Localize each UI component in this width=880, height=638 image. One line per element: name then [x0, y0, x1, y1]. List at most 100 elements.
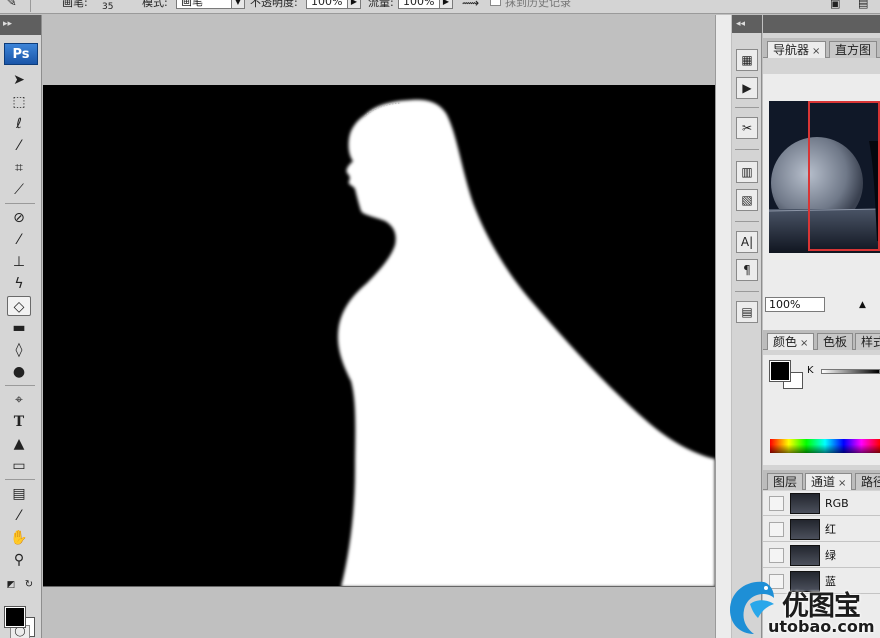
actions-panel-icon[interactable]: ▶	[736, 77, 758, 99]
tool-divider	[5, 479, 35, 480]
channels-tabbar: 图层 通道 × 路径	[763, 470, 880, 490]
color-k-slider[interactable]	[821, 369, 880, 374]
layer-comps-icon[interactable]: ▤	[736, 301, 758, 323]
clone-source-icon[interactable]: ▧	[736, 189, 758, 211]
history-brush-tool-icon[interactable]: ϟ	[7, 274, 31, 294]
navigator-tabbar: 导航器 × 直方图	[763, 38, 880, 58]
airbrush-icon[interactable]: ⟿	[462, 0, 479, 10]
toolbox: ▸▸ Ps ➤ ⬚ ℓ ⁄ ⌗ ⟋ ⊘ ⁄ ⊥ ϟ ◇ ▬ ◊ ● ⌖ T ▲ …	[0, 15, 42, 638]
eyedropper-tool-icon[interactable]: ⁄	[7, 506, 31, 526]
eraser-preset-icon[interactable]: ✎	[6, 0, 17, 10]
channel-thumbnail	[790, 493, 820, 514]
tab-color-label: 颜色	[773, 335, 798, 349]
opacity-slider-icon[interactable]: ▶	[347, 0, 361, 9]
clone-stamp-tool-icon[interactable]: ⊥	[7, 252, 31, 272]
mode-select[interactable]: 画笔	[176, 0, 232, 9]
tab-paths-label: 路径	[861, 475, 880, 489]
workspace-icon[interactable]: ▣	[830, 0, 840, 11]
tab-swatches[interactable]: 色板	[817, 333, 854, 350]
move-tool-icon[interactable]: ➤	[7, 70, 31, 90]
tab-histogram[interactable]: 直方图	[829, 41, 878, 58]
color-foreground-swatch[interactable]	[769, 360, 791, 382]
tool-presets-icon[interactable]: ✂	[736, 117, 758, 139]
tab-navigator-label: 导航器	[773, 43, 810, 57]
channel-row[interactable]: 绿	[763, 543, 880, 568]
navigator-panel: 100% ▲	[763, 74, 880, 332]
tab-paths[interactable]: 路径	[855, 473, 880, 490]
zoom-out-icon[interactable]: ▲	[859, 300, 866, 310]
type-tool-icon[interactable]: T	[7, 412, 31, 432]
eraser-tool-icon[interactable]: ◇	[7, 296, 31, 316]
close-icon[interactable]: ×	[800, 338, 808, 349]
tab-navigator[interactable]: 导航器 ×	[767, 41, 827, 58]
magic-wand-tool-icon[interactable]: ⁄	[7, 136, 31, 156]
default-colors-icon[interactable]: ◩	[4, 575, 18, 595]
vertical-scrollbar[interactable]	[715, 15, 731, 638]
gradient-tool-icon[interactable]: ▬	[7, 318, 31, 338]
visibility-toggle[interactable]	[769, 548, 784, 563]
tab-channels-label: 通道	[811, 475, 836, 489]
tab-channels[interactable]: 通道 ×	[805, 473, 853, 490]
brush-tool-icon[interactable]: ⁄	[7, 230, 31, 250]
navigator-thumbnail[interactable]	[769, 101, 880, 253]
visibility-toggle[interactable]	[769, 496, 784, 511]
photoshop-logo[interactable]: Ps	[4, 43, 38, 65]
navigator-zoom-input[interactable]: 100%	[765, 297, 825, 312]
history-checkbox[interactable]	[490, 0, 501, 6]
flow-input[interactable]: 100%	[398, 0, 440, 9]
foreground-color-swatch[interactable]	[4, 606, 26, 628]
watermark-url: utobao.com	[768, 617, 875, 636]
history-panel-icon[interactable]: ▦	[736, 49, 758, 71]
mode-dropdown-icon[interactable]: ▼	[231, 0, 245, 9]
channel-name: 红	[825, 523, 836, 536]
notes-tool-icon[interactable]: ▤	[7, 484, 31, 504]
crop-tool-icon[interactable]: ⌗	[7, 158, 31, 178]
dodge-tool-icon[interactable]: ●	[7, 362, 31, 382]
tab-histogram-label: 直方图	[835, 43, 872, 57]
close-icon[interactable]: ×	[838, 478, 846, 489]
mode-label: 模式:	[142, 0, 168, 9]
tab-color[interactable]: 颜色 ×	[767, 333, 815, 350]
path-selection-tool-icon[interactable]: ▲	[7, 434, 31, 454]
close-icon[interactable]: ×	[812, 46, 820, 57]
character-panel-icon[interactable]: A|	[736, 231, 758, 253]
opacity-input[interactable]: 100%	[306, 0, 348, 9]
visibility-toggle[interactable]	[769, 522, 784, 537]
navigator-view-box[interactable]	[808, 101, 880, 251]
brush-size[interactable]: 35	[102, 0, 113, 13]
channel-thumbnail	[790, 545, 820, 566]
toolbox-grip[interactable]: ▸▸	[0, 15, 41, 35]
channel-thumbnail	[790, 519, 820, 540]
blur-tool-icon[interactable]: ◊	[7, 340, 31, 360]
healing-brush-tool-icon[interactable]: ⊘	[7, 208, 31, 228]
tab-styles[interactable]: 样式	[855, 333, 880, 350]
marquee-tool-icon[interactable]: ⬚	[7, 92, 31, 112]
tab-swatches-label: 色板	[823, 335, 848, 349]
channel-row[interactable]: RGB	[763, 491, 880, 516]
brush-label: 画笔:	[62, 0, 88, 9]
flow-slider-icon[interactable]: ▶	[439, 0, 453, 9]
tab-layers[interactable]: 图层	[767, 473, 804, 490]
color-panel: K	[763, 355, 880, 465]
lasso-tool-icon[interactable]: ℓ	[7, 114, 31, 134]
brushes-panel-icon[interactable]: ▥	[736, 161, 758, 183]
channel-name: RGB	[825, 497, 849, 510]
dock-grip[interactable]: ◂◂	[732, 15, 762, 33]
opacity-label: 不透明度:	[250, 0, 298, 9]
dock-divider	[735, 149, 759, 150]
paragraph-panel-icon[interactable]: ¶	[736, 259, 758, 281]
dock-divider	[735, 291, 759, 292]
panels-grip[interactable]	[763, 15, 880, 33]
slice-tool-icon[interactable]: ⟋	[7, 180, 31, 200]
workspace	[43, 15, 715, 638]
palette-well-icon[interactable]: ▤	[858, 0, 868, 11]
channel-row[interactable]: 红	[763, 517, 880, 542]
document-canvas[interactable]	[43, 85, 715, 587]
history-checkbox-label: 抹到历史记录	[505, 0, 571, 9]
hand-tool-icon[interactable]: ✋	[7, 528, 31, 548]
pen-tool-icon[interactable]: ⌖	[7, 390, 31, 410]
zoom-tool-icon[interactable]: ⚲	[7, 550, 31, 570]
swap-colors-icon[interactable]: ↻	[22, 575, 36, 595]
color-spectrum-ramp[interactable]	[770, 439, 880, 453]
rectangle-tool-icon[interactable]: ▭	[7, 456, 31, 476]
